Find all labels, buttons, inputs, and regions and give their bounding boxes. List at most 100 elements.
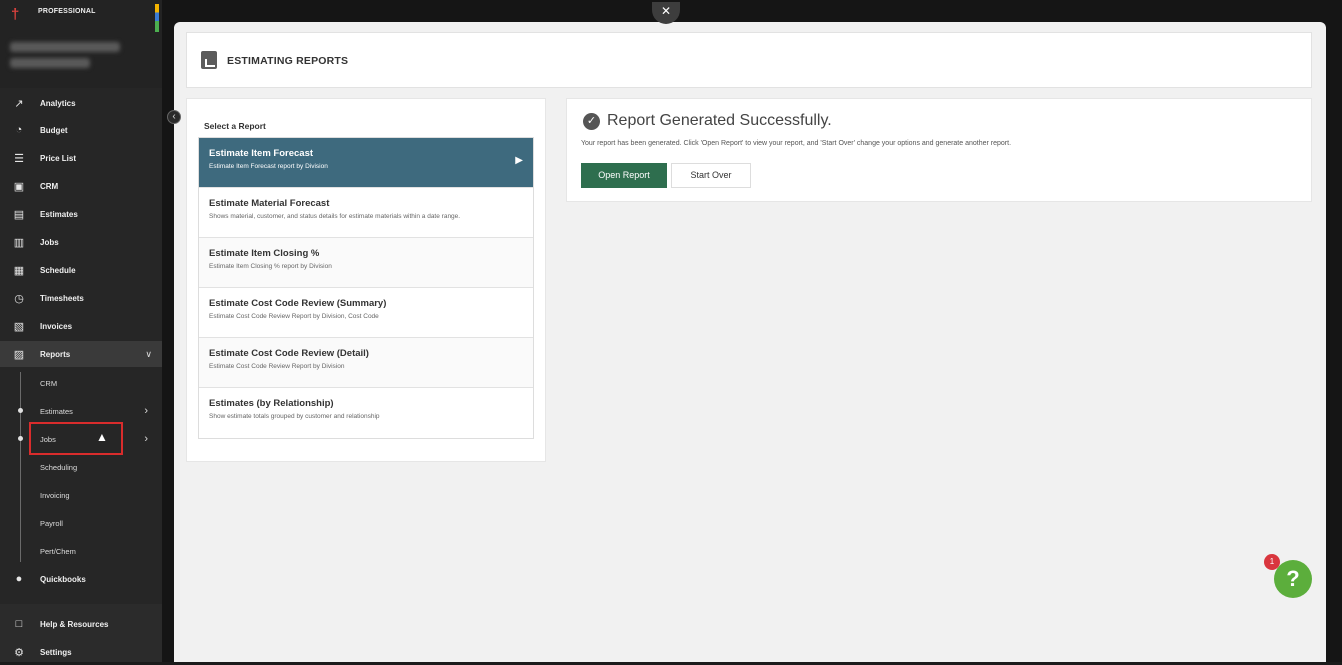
sidebar-item-reports[interactable]: ▨ Reports ∨ [0, 341, 162, 367]
sidebar-item-jobs[interactable]: ▥ Jobs [0, 229, 162, 255]
sub-item-label: CRM [40, 378, 58, 388]
company-name-redacted-line2 [10, 58, 90, 68]
report-name: Estimate Cost Code Review (Detail) [209, 348, 369, 359]
report-desc: Show estimate totals grouped by customer… [209, 413, 380, 420]
report-desc: Estimate Cost Code Review Report by Divi… [209, 313, 379, 320]
sidebar-item-settings[interactable]: ⚙ Settings [0, 639, 162, 665]
budget-icon: ◔ [15, 124, 23, 136]
start-over-button[interactable]: Start Over [671, 163, 751, 188]
shovel-icon: † [11, 6, 20, 23]
sidebar-item-label: Reports [40, 349, 71, 359]
app-frame: † PROFESSIONAL ↗ Analytics ◔ Budget ☰ Pr… [0, 0, 1342, 662]
sidebar-item-schedule[interactable]: ▦ Schedule [0, 257, 162, 283]
chevron-down-icon: ∨ [145, 348, 152, 359]
sidebar-item-label: Quickbooks [40, 574, 86, 584]
chart-line-icon: ↗ [14, 97, 24, 110]
report-name: Estimate Item Forecast [209, 148, 314, 159]
company-name-redacted [10, 42, 120, 52]
report-name: Estimate Item Closing % [209, 248, 320, 259]
success-description: Your report has been generated. Click 'O… [581, 140, 1012, 147]
sub-item-label: Payroll [40, 518, 63, 528]
sidebar-item-label: Analytics [40, 98, 76, 108]
report-item-estimate-item-forecast[interactable]: Estimate Item Forecast Estimate Item For… [199, 138, 533, 188]
report-desc: Shows material, customer, and status det… [209, 213, 461, 220]
sidebar-item-label: Invoices [40, 321, 73, 331]
help-button[interactable]: ? [1274, 560, 1312, 598]
reports-sub-pert-chem[interactable]: Pert/Chem [0, 538, 162, 564]
sidebar-item-estimates[interactable]: ▤ Estimates [0, 201, 162, 227]
sidebar-item-label: Help & Resources [40, 619, 109, 629]
crm-icon: ▣ [13, 180, 25, 193]
report-name: Estimate Material Forecast [209, 198, 330, 209]
sidebar-item-label: CRM [40, 181, 59, 191]
main-content: ESTIMATING REPORTS Select a Report Estim… [174, 22, 1326, 662]
sub-item-label: Pert/Chem [40, 546, 76, 556]
report-item-cost-code-summary[interactable]: Estimate Cost Code Review (Summary) Esti… [199, 288, 533, 338]
close-icon[interactable]: ✕ [652, 2, 680, 24]
sub-item-label: Estimates [40, 406, 73, 416]
panel-title: Select a Report [204, 121, 266, 131]
report-desc: Estimate Item Forecast report by Divisio… [209, 163, 328, 170]
calendar-icon: ▦ [13, 264, 25, 277]
sidebar-item-label: Timesheets [40, 293, 84, 303]
brand-tier: PROFESSIONAL [38, 8, 96, 15]
page-title: ESTIMATING REPORTS [227, 55, 349, 67]
sidebar-item-crm[interactable]: ▣ CRM [0, 173, 162, 199]
reports-sub-estimates[interactable]: Estimates › [0, 398, 162, 424]
open-report-button[interactable]: Open Report [581, 163, 667, 188]
report-desc: Estimate Cost Code Review Report by Divi… [209, 363, 345, 370]
highlight-box [29, 422, 123, 455]
report-name: Estimate Cost Code Review (Summary) [209, 298, 387, 309]
brand-header: † PROFESSIONAL [0, 0, 162, 88]
clock-icon: ◷ [14, 292, 24, 305]
sidebar-item-help-resources[interactable]: □ Help & Resources [0, 611, 162, 637]
quickbooks-icon: ● [15, 573, 23, 585]
tree-dot [18, 408, 23, 413]
gear-icon: ⚙ [14, 646, 24, 659]
sidebar-item-label: Settings [40, 647, 72, 657]
report-desc: Estimate Item Closing % report by Divisi… [209, 263, 332, 270]
reports-icon: ▨ [13, 348, 25, 361]
check-circle-icon: ✓ [583, 113, 600, 130]
sidebar-item-analytics[interactable]: ↗ Analytics [0, 90, 162, 116]
report-item-cost-code-detail[interactable]: Estimate Cost Code Review (Detail) Estim… [199, 338, 533, 388]
cursor-pointer-icon: ▶ [515, 155, 523, 166]
report-item-estimate-material-forecast[interactable]: Estimate Material Forecast Shows materia… [199, 188, 533, 238]
sidebar-item-budget[interactable]: ◔ Budget [0, 117, 162, 143]
reports-sub-payroll[interactable]: Payroll [0, 510, 162, 536]
sub-item-label: Scheduling [40, 462, 78, 472]
sidebar-item-label: Price List [40, 153, 77, 163]
reports-sub-invoicing[interactable]: Invoicing [0, 482, 162, 508]
sidebar-item-label: Jobs [40, 237, 59, 247]
tree-dot [18, 436, 23, 441]
report-item-estimate-item-closing[interactable]: Estimate Item Closing % Estimate Item Cl… [199, 238, 533, 288]
list-icon: ☰ [14, 152, 24, 165]
page-header: ESTIMATING REPORTS [186, 32, 1312, 88]
estimates-icon: ▤ [13, 208, 25, 221]
invoice-icon: ▧ [13, 320, 25, 333]
collapse-sidebar-button[interactable]: ‹ [167, 110, 181, 124]
reports-sub-scheduling[interactable]: Scheduling [0, 454, 162, 480]
report-selector-panel: Select a Report Estimate Item Forecast E… [186, 98, 546, 462]
result-panel: ✓ Report Generated Successfully. Your re… [566, 98, 1312, 202]
sidebar-item-label: Estimates [40, 209, 78, 219]
brand-color-bar [155, 4, 159, 32]
help-resources-icon: □ [15, 618, 23, 630]
success-title: Report Generated Successfully. [607, 112, 832, 129]
chevron-right-icon: › [144, 405, 148, 417]
sidebar-item-quickbooks[interactable]: ● Quickbooks [0, 566, 162, 592]
reports-sub-crm[interactable]: CRM [0, 370, 162, 396]
mouse-cursor-icon: ▲ [96, 430, 108, 444]
sidebar: † PROFESSIONAL ↗ Analytics ◔ Budget ☰ Pr… [0, 0, 162, 662]
sidebar-item-timesheets[interactable]: ◷ Timesheets [0, 285, 162, 311]
report-name: Estimates (by Relationship) [209, 398, 334, 409]
sidebar-item-price-list[interactable]: ☰ Price List [0, 145, 162, 171]
sidebar-item-label: Budget [40, 125, 68, 135]
report-list: Estimate Item Forecast Estimate Item For… [198, 137, 534, 439]
notification-badge: 1 [1264, 554, 1280, 570]
sidebar-item-invoices[interactable]: ▧ Invoices [0, 313, 162, 339]
sub-item-label: Invoicing [40, 490, 70, 500]
chevron-right-icon: › [144, 433, 148, 445]
report-item-estimates-by-relationship[interactable]: Estimates (by Relationship) Show estimat… [199, 388, 533, 438]
report-chart-icon [201, 51, 217, 69]
